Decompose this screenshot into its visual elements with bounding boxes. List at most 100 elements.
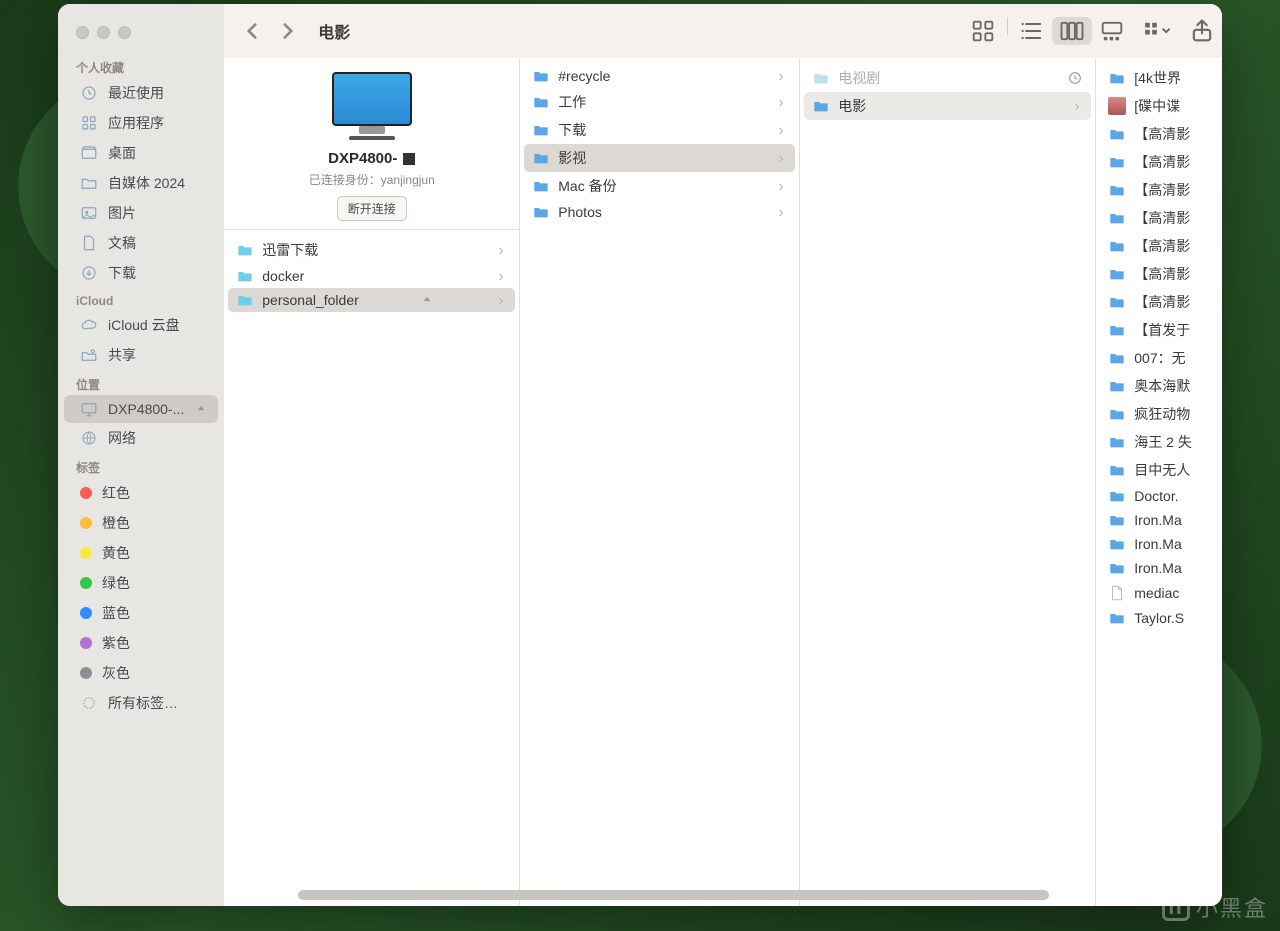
list-item[interactable]: mediac: [1100, 580, 1222, 606]
chevron-right-icon: [775, 70, 787, 82]
list-item[interactable]: 【高清影: [1100, 204, 1222, 232]
doc-icon: [80, 234, 98, 252]
list-item[interactable]: Iron.Ma: [1100, 532, 1222, 556]
sidebar-item[interactable]: 最近使用: [64, 78, 218, 108]
sidebar-item[interactable]: 绿色: [64, 568, 218, 598]
list-item[interactable]: 电视剧: [804, 64, 1091, 92]
item-label: Taylor.S: [1134, 610, 1184, 626]
sidebar-item[interactable]: 黄色: [64, 538, 218, 568]
item-label: 影视: [558, 148, 586, 168]
folder-icon: [1108, 126, 1126, 142]
item-label: 电视剧: [838, 68, 880, 88]
list-item[interactable]: [4k世界: [1100, 64, 1222, 92]
list-item[interactable]: Taylor.S: [1100, 606, 1222, 630]
list-item[interactable]: Iron.Ma: [1100, 556, 1222, 580]
horizontal-scrollbar[interactable]: [298, 890, 1214, 900]
sidebar-item-label: 最近使用: [108, 83, 164, 103]
list-item[interactable]: 【高清影: [1100, 148, 1222, 176]
sidebar-item[interactable]: 应用程序: [64, 108, 218, 138]
item-label: Doctor.: [1134, 488, 1178, 504]
forward-button[interactable]: [274, 18, 302, 44]
list-item[interactable]: Iron.Ma: [1100, 508, 1222, 532]
disconnect-button[interactable]: 断开连接: [337, 196, 407, 221]
share-button[interactable]: [1184, 17, 1220, 45]
list-item[interactable]: docker: [228, 264, 515, 288]
item-label: 【首发于: [1134, 320, 1190, 340]
list-item[interactable]: 【高清影: [1100, 288, 1222, 316]
list-view-button[interactable]: [1012, 17, 1052, 45]
item-label: 奥本海默: [1134, 376, 1190, 396]
chevron-right-icon: [274, 18, 302, 44]
back-button[interactable]: [238, 18, 266, 44]
tag-dot-icon: [80, 577, 92, 589]
list-item[interactable]: 疯狂动物: [1100, 400, 1222, 428]
sidebar-item-label: 共享: [108, 345, 136, 365]
eject-icon[interactable]: [420, 293, 434, 307]
sidebar-item-label: iCloud 云盘: [108, 315, 180, 335]
sidebar-item[interactable]: 灰色: [64, 658, 218, 688]
zoom-button[interactable]: [118, 26, 131, 39]
list-item[interactable]: 【高清影: [1100, 232, 1222, 260]
finder-window: 个人收藏最近使用应用程序桌面自媒体 2024图片文稿下载iCloudiCloud…: [58, 4, 1222, 906]
group-button[interactable]: [1140, 17, 1176, 45]
folder-icon: [1108, 462, 1126, 478]
list-item[interactable]: 007：无: [1100, 344, 1222, 372]
sidebar-item[interactable]: 共享: [64, 340, 218, 370]
list-item[interactable]: 电影: [804, 92, 1091, 120]
eject-icon[interactable]: [194, 402, 208, 416]
list-item[interactable]: 【高清影: [1100, 176, 1222, 204]
column-view-button[interactable]: [1052, 17, 1092, 45]
sidebar-item[interactable]: 蓝色: [64, 598, 218, 628]
list-item[interactable]: Mac 备份: [524, 172, 795, 200]
item-label: 迅雷下载: [262, 240, 318, 260]
list-item[interactable]: 【高清影: [1100, 120, 1222, 148]
gallery-view-button[interactable]: [1092, 17, 1132, 45]
list-item[interactable]: 【高清影: [1100, 260, 1222, 288]
item-label: 【高清影: [1134, 236, 1190, 256]
tag-dot-icon: [80, 487, 92, 499]
icon-view-button[interactable]: [963, 17, 1003, 45]
sidebar-item[interactable]: 所有标签…: [64, 688, 218, 718]
sidebar-item[interactable]: 网络: [64, 423, 218, 453]
list-item[interactable]: personal_folder: [228, 288, 515, 312]
sidebar-section-header: iCloud: [58, 288, 224, 310]
list-item[interactable]: Doctor.: [1100, 484, 1222, 508]
list-item[interactable]: Photos: [524, 200, 795, 224]
minimize-button[interactable]: [97, 26, 110, 39]
sidebar-item[interactable]: 桌面: [64, 138, 218, 168]
list-item[interactable]: 下载: [524, 116, 795, 144]
list-item[interactable]: [碟中谍: [1100, 92, 1222, 120]
close-button[interactable]: [76, 26, 89, 39]
sidebar-item[interactable]: DXP4800-...: [64, 395, 218, 423]
grid-icon: [963, 17, 1003, 45]
chevron-right-icon: [775, 124, 787, 136]
item-label: personal_folder: [262, 292, 359, 308]
sidebar: 个人收藏最近使用应用程序桌面自媒体 2024图片文稿下载iCloudiCloud…: [58, 4, 224, 906]
group-icon: [1140, 17, 1176, 45]
window-controls: [58, 18, 224, 53]
alltags-icon: [80, 694, 98, 712]
sidebar-item[interactable]: 下载: [64, 258, 218, 288]
folder-icon: [1108, 488, 1126, 504]
folder-icon: [532, 204, 550, 220]
sidebar-item[interactable]: 自媒体 2024: [64, 168, 218, 198]
sidebar-item[interactable]: 文稿: [64, 228, 218, 258]
list-item[interactable]: 【首发于: [1100, 316, 1222, 344]
list-item[interactable]: 目中无人: [1100, 456, 1222, 484]
list-item[interactable]: 迅雷下载: [228, 236, 515, 264]
list-item[interactable]: 奥本海默: [1100, 372, 1222, 400]
sidebar-item[interactable]: 红色: [64, 478, 218, 508]
list-item[interactable]: 影视: [524, 144, 795, 172]
sidebar-item[interactable]: iCloud 云盘: [64, 310, 218, 340]
item-label: 【高清影: [1134, 152, 1190, 172]
list-item[interactable]: #recycle: [524, 64, 795, 88]
grid-icon: [80, 114, 98, 132]
sidebar-item[interactable]: 橙色: [64, 508, 218, 538]
list-item[interactable]: 工作: [524, 88, 795, 116]
sidebar-item[interactable]: 紫色: [64, 628, 218, 658]
folder-icon: [1108, 560, 1126, 576]
sidebar-item[interactable]: 图片: [64, 198, 218, 228]
folder-icon: [532, 150, 550, 166]
share-icon: [80, 346, 98, 364]
list-item[interactable]: 海王 2 失: [1100, 428, 1222, 456]
